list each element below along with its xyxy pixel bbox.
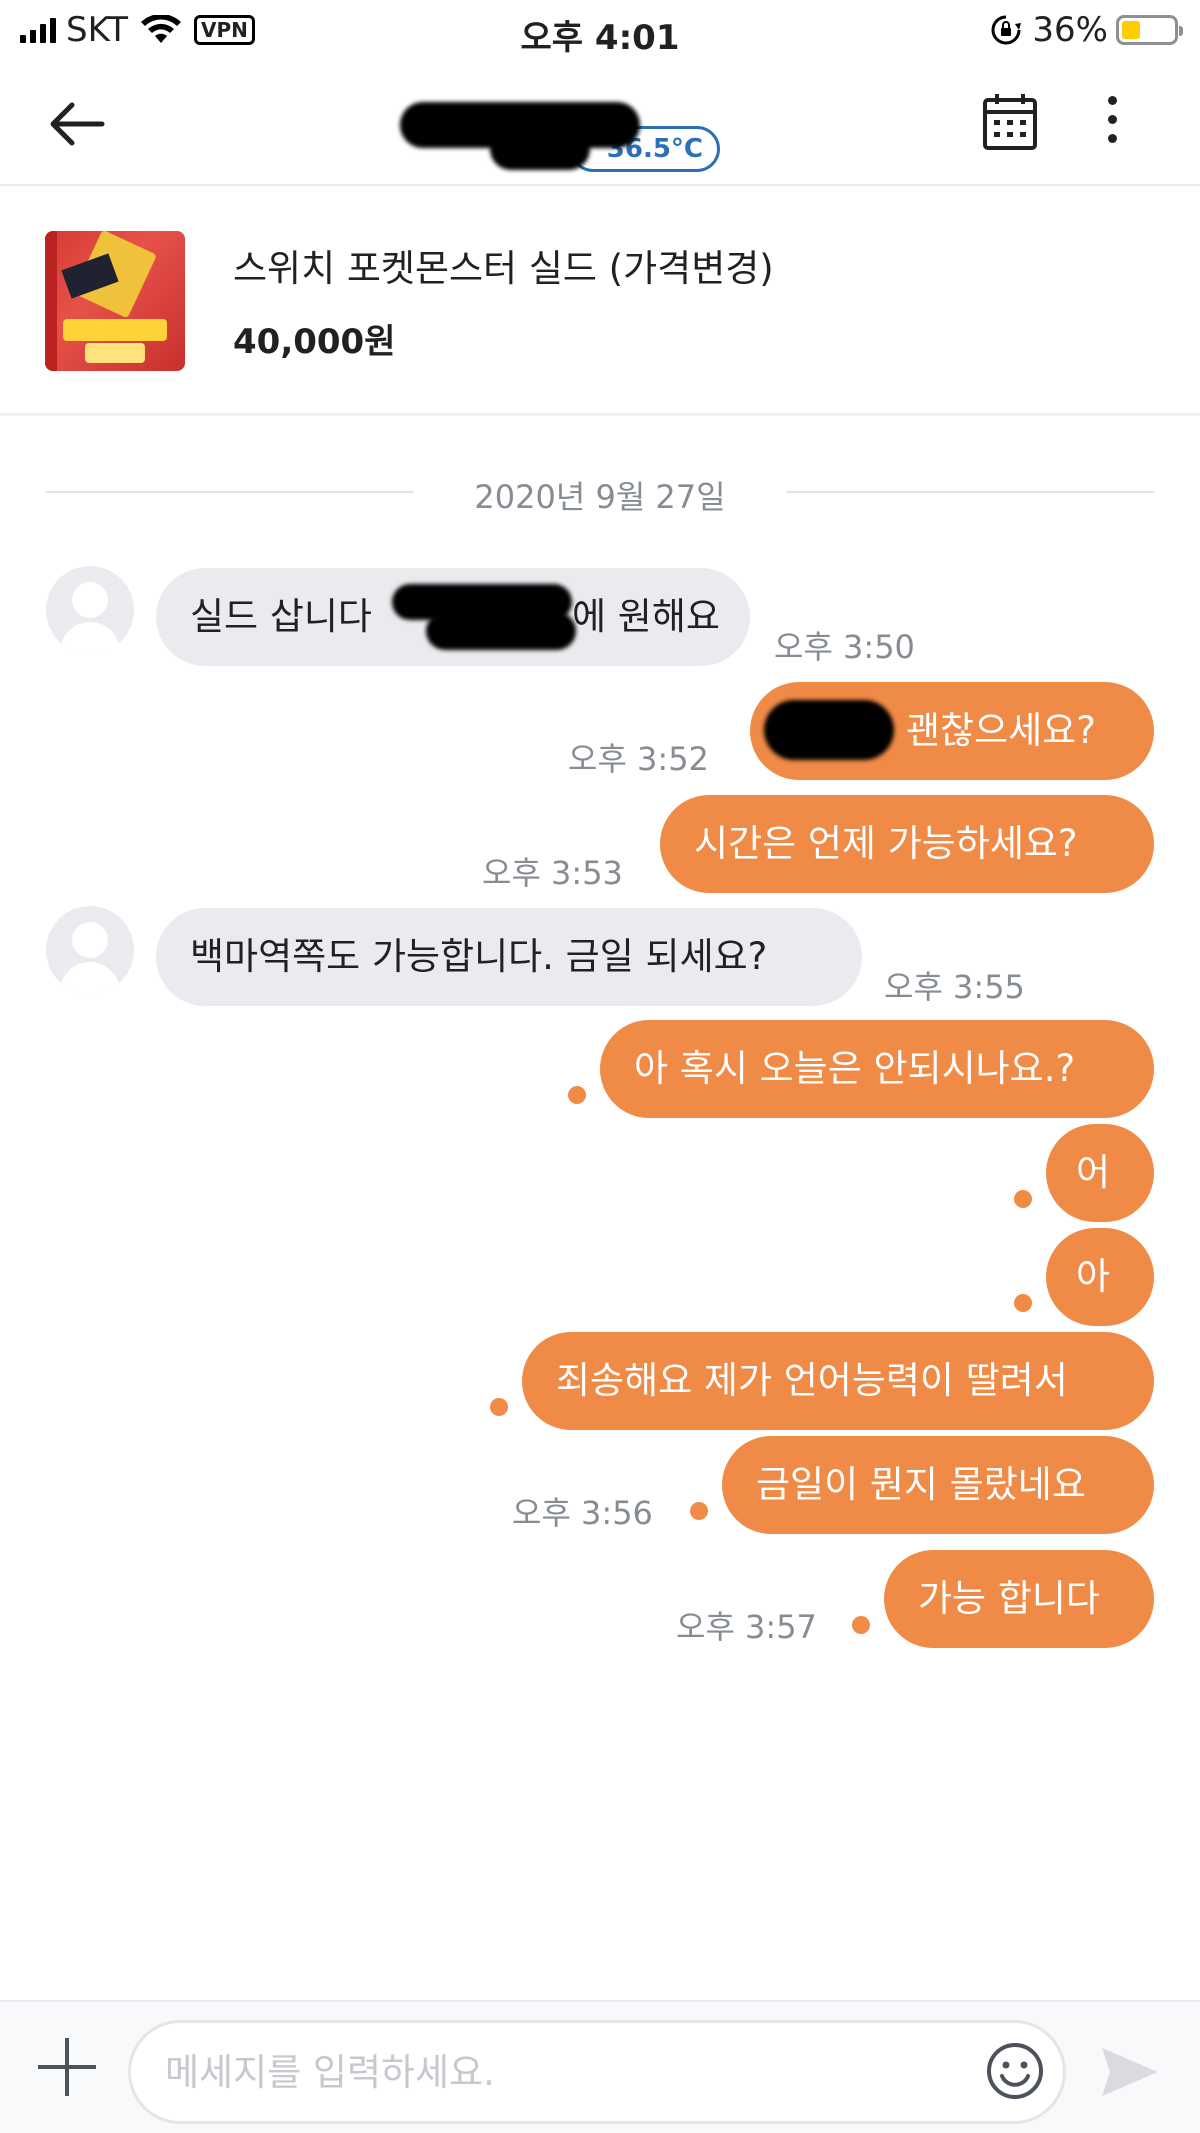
send-icon[interactable] (1100, 2044, 1160, 2100)
screen-lock-icon (991, 15, 1022, 45)
message-bubble-incoming: 실드 삽니다 에 원해요 (156, 568, 750, 666)
status-bar-right: 36% (990, 10, 1183, 50)
message-bubble-outgoing: 어 (1046, 1124, 1154, 1222)
product-title: 스위치 포켓몬스터 실드 (가격변경) (233, 247, 774, 290)
message-bubble-outgoing: 가능 합니다 (884, 1550, 1154, 1648)
message-text: 금일이 뭔지 몰랐네요 (756, 1463, 1086, 1506)
product-thumbnail (45, 231, 185, 371)
message-time: 오후 3:57 (676, 1608, 817, 1646)
unread-dot (1014, 1294, 1032, 1312)
message-input[interactable] (128, 2020, 1066, 2124)
unread-dot (1014, 1190, 1032, 1208)
unread-dot (852, 1616, 870, 1634)
calendar-icon (983, 94, 1037, 150)
battery-fill (1122, 21, 1140, 39)
message-bubble-incoming: 백마역쪽도 가능합니다. 금일 되세요? (156, 908, 862, 1006)
battery-icon (1116, 15, 1183, 45)
partner-avatar[interactable] (46, 906, 134, 994)
message-bubble-outgoing: 금일이 뭔지 몰랐네요 (722, 1436, 1154, 1534)
message-text: 백마역쪽도 가능합니다. 금일 되세요? (190, 935, 768, 978)
product-price: 40,000원 (233, 322, 396, 362)
message-bubble-outgoing: 아 혹시 오늘은 안되시나요.? (600, 1020, 1154, 1118)
partner-avatar[interactable] (46, 566, 134, 654)
redacted-text (426, 612, 576, 650)
more-options-button[interactable] (1094, 96, 1130, 156)
date-divider: 2020년 9월 27일 (46, 466, 1154, 518)
chat-header: 36.5°C (0, 62, 1200, 186)
redacted-text (764, 700, 894, 760)
message-input-bar (0, 2000, 1200, 2133)
message-bubble-outgoing: 아 (1046, 1228, 1154, 1326)
unread-dot (490, 1398, 508, 1416)
message-time: 오후 3:55 (884, 968, 1025, 1006)
emoji-icon[interactable] (986, 2042, 1044, 2100)
back-arrow-icon (50, 102, 105, 146)
message-text: 어 (1076, 1151, 1111, 1194)
product-card[interactable]: 스위치 포켓몬스터 실드 (가격변경) 40,000원 (0, 186, 1200, 416)
message-time: 오후 3:53 (482, 854, 623, 892)
unread-dot (690, 1502, 708, 1520)
message-time: 오후 3:50 (774, 628, 915, 666)
back-button[interactable] (46, 92, 116, 156)
message-text: 아 혹시 오늘은 안되시나요.? (634, 1047, 1076, 1090)
status-bar: SKT VPN 오후 4:01 36% (0, 0, 1200, 62)
message-text: 시간은 언제 가능하세요? (694, 822, 1078, 865)
redacted-scribble (490, 128, 590, 170)
message-text: 죄송해요 제가 언어능력이 딸려서 (556, 1359, 1068, 1402)
chat-partner-title: 36.5°C (380, 88, 800, 172)
battery-percent: 36% (1032, 10, 1108, 50)
plus-icon[interactable] (38, 2038, 96, 2096)
message-text: 가능 합니다 (918, 1577, 1100, 1620)
message-bubble-outgoing: 괜찮으세요? (750, 682, 1154, 780)
date-divider-text: 2020년 9월 27일 (474, 478, 726, 516)
message-bubble-outgoing: 시간은 언제 가능하세요? (660, 795, 1154, 893)
message-time: 오후 3:56 (512, 1494, 653, 1532)
more-vertical-icon (1107, 96, 1117, 105)
message-time: 오후 3:52 (568, 740, 709, 778)
unread-dot (568, 1086, 586, 1104)
message-text: 에 원해요 (572, 595, 720, 638)
calendar-button[interactable] (982, 92, 1038, 152)
message-bubble-outgoing: 죄송해요 제가 언어능력이 딸려서 (522, 1332, 1154, 1430)
message-text: 괜찮으세요? (906, 709, 1096, 752)
message-text: 아 (1076, 1255, 1111, 1298)
message-text: 실드 삽니다 (190, 595, 372, 638)
